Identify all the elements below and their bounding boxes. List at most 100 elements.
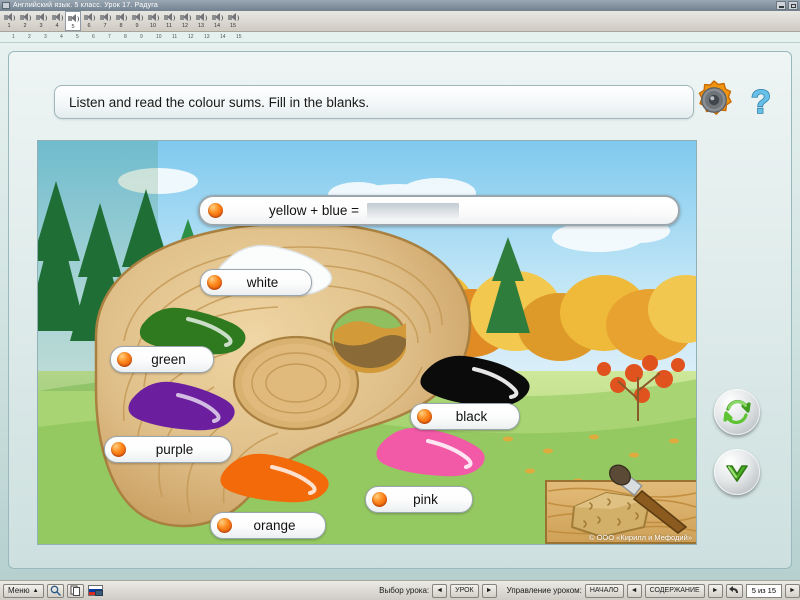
colour-sum-answer-row[interactable]: yellow + blue = xyxy=(198,195,680,226)
back-arrow-icon[interactable] xyxy=(725,583,743,598)
colour-chip-label: green xyxy=(151,352,186,367)
restore-window-button[interactable] xyxy=(776,1,786,10)
audio-track-3[interactable]: 3 xyxy=(33,11,49,31)
svg-text:?: ? xyxy=(751,83,771,120)
audio-bullet-icon[interactable] xyxy=(208,203,223,218)
speaker-icon xyxy=(195,12,207,23)
colour-sum-expression: yellow + blue = xyxy=(269,203,360,218)
audio-track-8[interactable]: 8 xyxy=(113,11,129,31)
lesson-page: Listen and read the colour sums. Fill in… xyxy=(0,43,800,580)
audio-track-10[interactable]: 10 xyxy=(145,11,161,31)
audio-track-toolbar: 1 2 3 4 5 6 7 8 9 10 11 12 13 14 15 xyxy=(0,11,800,32)
track-number: 11 xyxy=(166,23,172,29)
content-frame: Listen and read the colour sums. Fill in… xyxy=(8,51,792,569)
window-titlebar: Английский язык. 5 класс. Урок 17. Радуг… xyxy=(0,0,800,11)
exercise-scene: yellow + blue = white green black purple… xyxy=(37,140,697,545)
answer-input[interactable] xyxy=(367,203,460,218)
maximize-window-button[interactable] xyxy=(788,1,798,10)
audio-bullet-icon[interactable] xyxy=(117,352,132,367)
audio-track-2[interactable]: 2 xyxy=(17,11,33,31)
audio-track-4[interactable]: 4 xyxy=(49,11,65,31)
refresh-icon xyxy=(723,399,751,425)
colour-chip-black[interactable]: black xyxy=(410,403,520,430)
track-number: 12 xyxy=(181,23,189,29)
audio-bullet-icon[interactable] xyxy=(372,492,387,507)
confirm-button[interactable] xyxy=(714,449,760,495)
start-button[interactable]: НАЧАЛО xyxy=(584,583,624,598)
ruler-tick: 14 xyxy=(220,34,226,40)
track-number: 14 xyxy=(213,23,221,29)
lesson-button[interactable]: УРОК xyxy=(450,583,479,598)
audio-track-7[interactable]: 7 xyxy=(97,11,113,31)
copy-icon[interactable] xyxy=(66,583,84,598)
audio-track-9[interactable]: 9 xyxy=(129,11,145,31)
ruler-tick: 9 xyxy=(140,34,143,40)
track-number: 15 xyxy=(229,23,237,29)
speaker-icon xyxy=(99,12,111,23)
audio-bullet-icon[interactable] xyxy=(417,409,432,424)
speaker-icon[interactable] xyxy=(692,78,736,122)
track-number: 3 xyxy=(39,23,43,29)
audio-bullet-icon[interactable] xyxy=(207,275,222,290)
audio-track-6[interactable]: 6 xyxy=(81,11,97,31)
track-number: 10 xyxy=(149,23,157,29)
colour-chip-pink[interactable]: pink xyxy=(365,486,473,513)
colour-chip-label: purple xyxy=(155,442,194,457)
window-title: Английский язык. 5 класс. Урок 17. Радуг… xyxy=(13,2,159,9)
russian-flag-icon[interactable] xyxy=(87,585,103,596)
colour-chip-purple[interactable]: purple xyxy=(104,436,232,463)
lesson-select-label: Выбор урока: xyxy=(379,586,430,595)
colour-chip-green[interactable]: green xyxy=(110,346,214,373)
track-number: 9 xyxy=(135,23,139,29)
lesson-prev-button[interactable]: ◄ xyxy=(432,583,448,598)
application-window: Английский язык. 5 класс. Урок 17. Радуг… xyxy=(0,0,800,600)
app-icon xyxy=(2,2,10,9)
speaker-icon xyxy=(211,12,223,23)
ruler-tick: 6 xyxy=(92,34,95,40)
copyright-notice: © ООО «Кирилл и Мефодий» xyxy=(588,533,692,542)
speaker-icon xyxy=(3,12,15,23)
question-mark-icon[interactable]: ? xyxy=(744,82,778,121)
audio-track-14[interactable]: 14 xyxy=(209,11,225,31)
reset-button[interactable] xyxy=(714,389,760,435)
track-number: 2 xyxy=(23,23,27,29)
lesson-next-button[interactable]: ► xyxy=(481,583,497,598)
colour-chip-label: pink xyxy=(413,492,438,507)
track-number: 6 xyxy=(87,23,91,29)
speaker-icon xyxy=(227,12,239,23)
track-number: 13 xyxy=(197,23,205,29)
speaker-icon xyxy=(147,12,159,23)
audio-track-1[interactable]: 1 xyxy=(1,11,17,31)
speaker-icon xyxy=(83,12,95,23)
page-next-button[interactable]: ► xyxy=(707,583,723,598)
page-indicator-next-button[interactable]: ► xyxy=(785,583,800,598)
ruler-tick: 5 xyxy=(76,34,79,40)
speaker-icon xyxy=(51,12,63,23)
track-number: 7 xyxy=(103,23,107,29)
speaker-icon xyxy=(67,13,79,24)
speaker-icon xyxy=(131,12,143,23)
audio-bullet-icon[interactable] xyxy=(111,442,126,457)
audio-track-12[interactable]: 12 xyxy=(177,11,193,31)
page-indicator: 5 из 15 xyxy=(745,583,782,598)
audio-track-13[interactable]: 13 xyxy=(193,11,209,31)
track-number: 4 xyxy=(55,23,59,29)
ruler-tick: 2 xyxy=(28,34,31,40)
instruction-text: Listen and read the colour sums. Fill in… xyxy=(69,94,370,110)
menu-button[interactable]: Меню ▲ xyxy=(3,583,44,598)
ruler-tick: 1 xyxy=(12,34,15,40)
ruler-tick: 7 xyxy=(108,34,111,40)
audio-track-5[interactable]: 5 xyxy=(65,11,81,31)
speaker-icon xyxy=(19,12,31,23)
colour-chip-white[interactable]: white xyxy=(200,269,312,296)
ruler-tick: 4 xyxy=(60,34,63,40)
contents-button[interactable]: СОДЕРЖАНИЕ xyxy=(644,583,705,598)
colour-chip-orange[interactable]: orange xyxy=(210,512,326,539)
audio-track-11[interactable]: 11 xyxy=(161,11,177,31)
magnifier-icon[interactable] xyxy=(46,583,64,598)
checkmark-icon xyxy=(726,465,748,482)
speaker-icon xyxy=(163,12,175,23)
audio-track-15[interactable]: 15 xyxy=(225,11,241,31)
page-prev-button[interactable]: ◄ xyxy=(626,583,642,598)
audio-bullet-icon[interactable] xyxy=(217,518,232,533)
